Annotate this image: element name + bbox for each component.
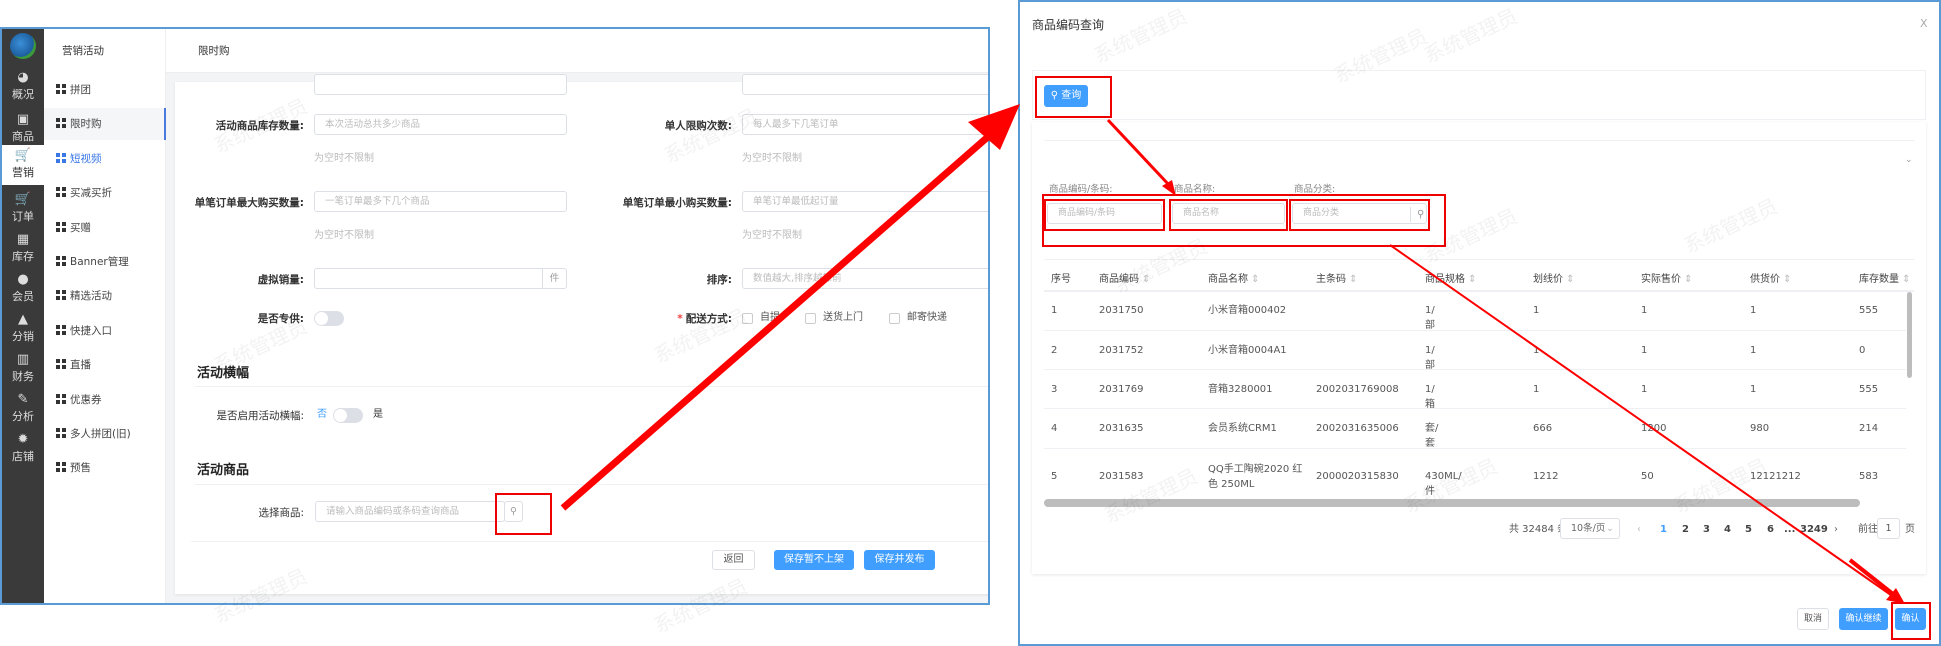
- annotation-arrowhead-query: [1162, 180, 1176, 196]
- annotation-arrows: [560, 104, 1905, 604]
- annotation-arrow-confirm: [1389, 244, 1899, 601]
- annotation-arrow-confirm-shaft: [1848, 558, 1900, 600]
- annotation-arrow-main: [560, 132, 993, 511]
- annotation-arrow-query: [1106, 118, 1172, 188]
